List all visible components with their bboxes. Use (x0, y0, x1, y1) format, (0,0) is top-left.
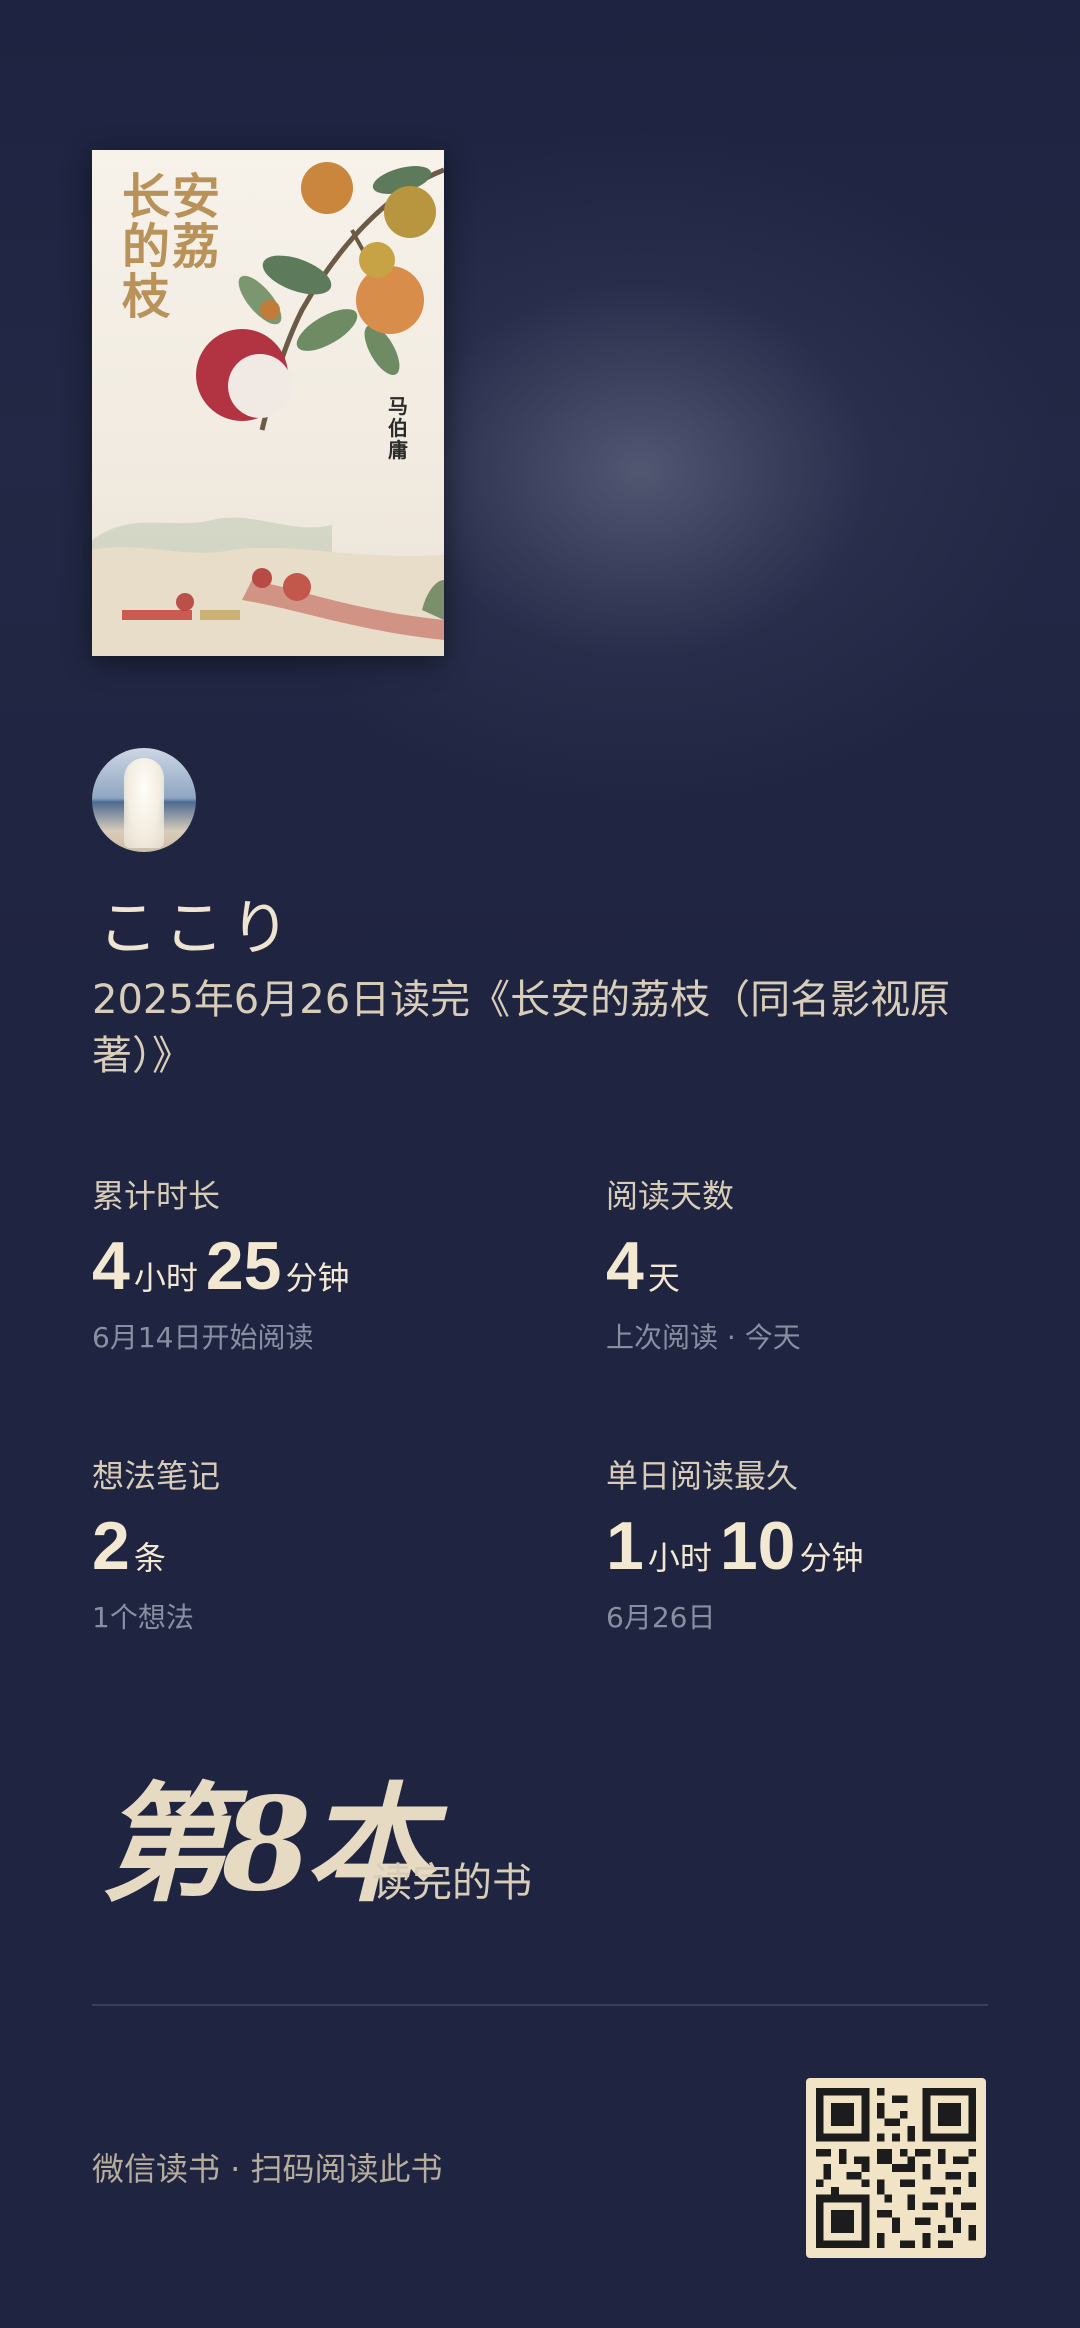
cover-author: 马伯庸 (388, 394, 408, 462)
qr-code-icon (816, 2088, 976, 2248)
stat-value: 2条 (92, 1508, 532, 1584)
stat-sub: 上次阅读 · 今天 (606, 1321, 801, 1354)
stat-hours: 1 (606, 1508, 644, 1584)
stat-sub: 6月14日开始阅读 (92, 1321, 314, 1354)
qr-code[interactable] (806, 2078, 986, 2258)
username: ここり (98, 894, 296, 964)
stat-value: 1 小时 10 分钟 (606, 1508, 1046, 1584)
book-cover[interactable]: 长安的荔枝 马伯庸 (92, 150, 444, 656)
divider (92, 2004, 988, 2006)
stat-hours-unit: 小时 (647, 1539, 712, 1577)
stat-notes-unit: 条 (133, 1539, 166, 1577)
cover-title: 长安的荔枝 (122, 169, 223, 325)
stat-notes-count: 2 (92, 1508, 130, 1584)
stat-total-time: 累计时长 4 小时 25 分钟 6月14日开始阅读 (92, 1174, 532, 1356)
stat-label: 单日阅读最久 (606, 1457, 799, 1495)
stat-value: 4 小时 25 分钟 (92, 1228, 532, 1304)
stat-label: 阅读天数 (606, 1177, 735, 1215)
footer-caption: 微信读书 · 扫码阅读此书 (92, 2150, 443, 2188)
stat-sub: 6月26日 (606, 1601, 716, 1634)
stat-hours-unit: 小时 (133, 1259, 198, 1297)
stat-label: 想法笔记 (92, 1457, 221, 1495)
stat-label: 累计时长 (92, 1177, 221, 1215)
stat-reading-days: 阅读天数 4天 上次阅读 · 今天 (606, 1174, 1046, 1356)
stat-value: 4天 (606, 1228, 1046, 1304)
stat-minutes: 10 (719, 1508, 796, 1584)
stat-sub: 1个想法 (92, 1601, 194, 1634)
finish-date-title: 2025年6月26日读完《长安的荔枝（同名影视原著）》 (92, 977, 951, 1079)
stat-hours: 4 (92, 1228, 130, 1304)
stat-days: 4 (606, 1228, 644, 1304)
avatar-figure (124, 758, 164, 848)
stat-notes: 想法笔记 2条 1个想法 (92, 1454, 532, 1636)
stat-longest-day: 单日阅读最久 1 小时 10 分钟 6月26日 (606, 1454, 1046, 1636)
avatar[interactable] (92, 748, 196, 852)
rank-label: 读完的书 (372, 1860, 532, 1906)
stat-minutes-unit: 分钟 (285, 1259, 350, 1297)
stat-days-unit: 天 (647, 1259, 680, 1297)
stat-minutes-unit: 分钟 (799, 1539, 864, 1577)
stat-minutes: 25 (205, 1228, 282, 1304)
